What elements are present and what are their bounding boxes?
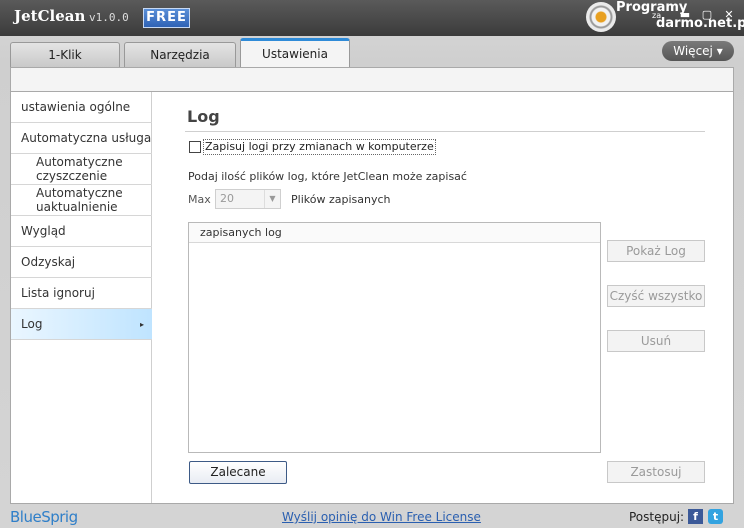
saved-logs-list[interactable]: zapisanych log — [188, 222, 601, 453]
max-logs-value: 20 — [220, 192, 234, 205]
clear-all-button[interactable]: Czyść wszystko — [607, 285, 705, 307]
title-bar[interactable]: JetClean v1.0.0 FREE Programy za darmo.n… — [0, 0, 744, 36]
twitter-icon[interactable]: t — [708, 509, 723, 524]
sidebar-item-general[interactable]: ustawienia ogólne — [11, 92, 152, 123]
feedback-link[interactable]: Wyślij opinię do Win Free License — [282, 510, 481, 524]
facebook-icon[interactable]: f — [688, 509, 703, 524]
sidebar-item-auto-clean[interactable]: Automatyczne czyszczenie — [11, 154, 152, 185]
page-title: Log — [187, 107, 220, 126]
list-header[interactable]: zapisanych log — [189, 223, 600, 243]
max-logs-select[interactable]: 20 ▼ — [215, 189, 281, 209]
apply-button[interactable]: Zastosuj — [607, 461, 705, 483]
maximize-icon[interactable]: ▢ — [700, 8, 714, 22]
free-badge: FREE — [143, 8, 190, 28]
tab-1-klik[interactable]: 1-Klik — [10, 42, 120, 67]
log-settings-panel: Log Zapisuj logi przy zmianach w kompute… — [153, 92, 733, 503]
sidebar-item-ignore-list[interactable]: Lista ignoruj — [11, 278, 152, 309]
app-title: JetClean — [14, 7, 86, 25]
title-divider — [185, 131, 705, 132]
chevron-down-icon: ▼ — [264, 190, 280, 208]
tab-ustawienia[interactable]: Ustawienia — [240, 38, 350, 67]
close-icon[interactable]: ✕ — [722, 8, 736, 22]
chevron-right-icon: ▸ — [139, 320, 144, 329]
settings-sidebar: ustawienia ogólne Automatyczna usługa Au… — [11, 92, 152, 503]
tab-toolbar — [10, 67, 734, 91]
sidebar-item-restore[interactable]: Odzyskaj — [11, 247, 152, 278]
files-saved-label: Plików zapisanych — [291, 193, 391, 206]
app-window: JetClean v1.0.0 FREE Programy za darmo.n… — [0, 0, 744, 528]
follow-label: Postępuj: — [629, 510, 685, 524]
tab-narzedzia[interactable]: Narzędzia — [124, 42, 236, 67]
sidebar-item-appearance[interactable]: Wygląd — [11, 216, 152, 247]
delete-button[interactable]: Usuń — [607, 330, 705, 352]
bluesprig-logo: BlueSprig — [10, 508, 78, 526]
sidebar-item-label: Log — [21, 317, 43, 331]
sidebar-item-auto-update[interactable]: Automatyczne uaktualnienie — [11, 185, 152, 216]
sidebar-item-log[interactable]: Log ▸ — [11, 309, 152, 340]
minimize-icon[interactable]: ▬ — [678, 8, 692, 22]
recommended-button[interactable]: Zalecane — [189, 461, 287, 484]
log-count-hint: Podaj ilość plików log, które JetClean m… — [188, 170, 467, 183]
more-button[interactable]: Więcej ▾ — [662, 41, 734, 61]
save-logs-checkbox[interactable] — [189, 141, 201, 153]
watermark-logo — [586, 2, 616, 32]
sidebar-item-auto-service[interactable]: Automatyczna usługa — [11, 123, 152, 154]
show-log-button[interactable]: Pokaż Log — [607, 240, 705, 262]
save-logs-label[interactable]: Zapisuj logi przy zmianach w komputerze — [203, 139, 436, 155]
settings-content: ustawienia ogólne Automatyczna usługa Au… — [10, 91, 734, 504]
app-version: v1.0.0 — [89, 11, 129, 24]
max-label: Max — [188, 193, 211, 206]
footer: BlueSprig Wyślij opinię do Win Free Lice… — [0, 504, 744, 528]
